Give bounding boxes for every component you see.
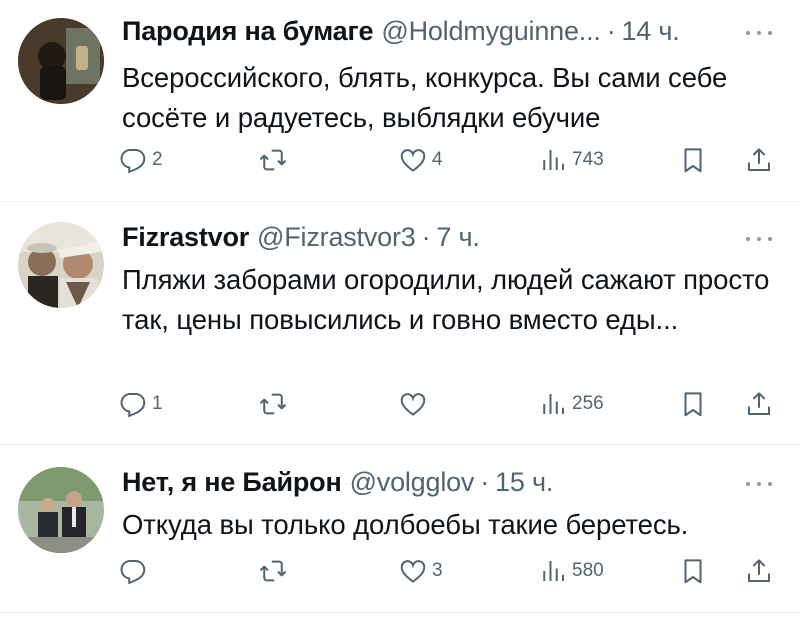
- action-bar: 3 580: [0, 551, 800, 591]
- avatar[interactable]: [18, 222, 104, 308]
- views-count: 580: [572, 560, 604, 581]
- retweet-icon: [258, 145, 288, 175]
- views-button[interactable]: 743: [538, 140, 604, 180]
- bookmark-button[interactable]: [678, 551, 708, 591]
- reply-icon: [118, 389, 148, 419]
- like-button[interactable]: [398, 384, 432, 424]
- share-button[interactable]: [744, 551, 774, 591]
- action-bar: 1 256: [0, 384, 800, 424]
- timestamp[interactable]: 14 ч.: [621, 16, 679, 47]
- like-button[interactable]: 3: [398, 551, 443, 591]
- tweet[interactable]: Fizrastvor @Fizrastvor3 · 7 ч. Пляжи заб…: [0, 202, 800, 444]
- retweet-button[interactable]: [258, 384, 292, 424]
- tweet-header: Fizrastvor @Fizrastvor3 · 7 ч.: [122, 222, 780, 253]
- share-icon: [744, 145, 774, 175]
- reply-icon: [118, 556, 148, 586]
- share-button[interactable]: [744, 384, 774, 424]
- views-icon: [538, 556, 568, 586]
- separator: ·: [606, 16, 616, 46]
- reply-count: 2: [152, 149, 163, 170]
- like-icon: [398, 145, 428, 175]
- more-icon[interactable]: [744, 234, 774, 244]
- retweet-icon: [258, 556, 288, 586]
- like-icon: [398, 389, 428, 419]
- separator: ·: [421, 222, 431, 252]
- share-button[interactable]: [744, 140, 774, 180]
- bookmark-icon: [678, 145, 708, 175]
- tweet[interactable]: Нет, я не Байрон @volgglov · 15 ч. Откуд…: [0, 445, 800, 615]
- like-count: 4: [432, 149, 443, 170]
- views-icon: [538, 145, 568, 175]
- reply-icon: [118, 145, 148, 175]
- timestamp[interactable]: 7 ч.: [436, 222, 479, 253]
- tweet-text: Пляжи заборами огородили, людей сажают п…: [122, 264, 770, 335]
- bookmark-button[interactable]: [678, 384, 708, 424]
- retweet-icon: [258, 389, 288, 419]
- divider: [0, 612, 800, 613]
- views-button[interactable]: 256: [538, 384, 604, 424]
- reply-button[interactable]: 1: [118, 384, 163, 424]
- bookmark-icon: [678, 556, 708, 586]
- avatar[interactable]: [18, 467, 104, 553]
- like-count: 3: [432, 560, 443, 581]
- reply-count: 1: [152, 393, 163, 414]
- tweet-header: Пародия на бумаге @Holdmyguinne... · 14 …: [122, 16, 780, 47]
- bookmark-icon: [678, 389, 708, 419]
- views-button[interactable]: 580: [538, 551, 604, 591]
- tweet-text: Всероссийского, блять, конкурса. Вы сами…: [122, 62, 728, 133]
- bookmark-button[interactable]: [678, 140, 708, 180]
- action-bar: 2 4 743: [0, 140, 800, 180]
- tweet-text: Откуда вы только долбоебы такие беретесь…: [122, 509, 689, 540]
- retweet-button[interactable]: [258, 140, 292, 180]
- like-icon: [398, 556, 428, 586]
- user-handle[interactable]: @volgglov: [350, 467, 475, 498]
- views-icon: [538, 389, 568, 419]
- timestamp[interactable]: 15 ч.: [495, 467, 553, 498]
- views-count: 256: [572, 393, 604, 414]
- reply-button[interactable]: 2: [118, 140, 163, 180]
- more-icon[interactable]: [744, 28, 774, 38]
- display-name[interactable]: Нет, я не Байрон: [122, 467, 342, 498]
- reply-button[interactable]: [118, 551, 152, 591]
- like-button[interactable]: 4: [398, 140, 443, 180]
- more-icon[interactable]: [744, 479, 774, 489]
- share-icon: [744, 556, 774, 586]
- tweet[interactable]: Пародия на бумаге @Holdmyguinne... · 14 …: [0, 0, 800, 200]
- views-count: 743: [572, 149, 604, 170]
- display-name[interactable]: Fizrastvor: [122, 222, 249, 253]
- user-handle[interactable]: @Fizrastvor3: [257, 222, 416, 253]
- share-icon: [744, 389, 774, 419]
- user-handle[interactable]: @Holdmyguinne...: [381, 16, 601, 47]
- display-name[interactable]: Пародия на бумаге: [122, 16, 374, 47]
- retweet-button[interactable]: [258, 551, 292, 591]
- avatar[interactable]: [18, 18, 104, 104]
- tweet-header: Нет, я не Байрон @volgglov · 15 ч.: [122, 467, 780, 498]
- separator: ·: [480, 467, 490, 497]
